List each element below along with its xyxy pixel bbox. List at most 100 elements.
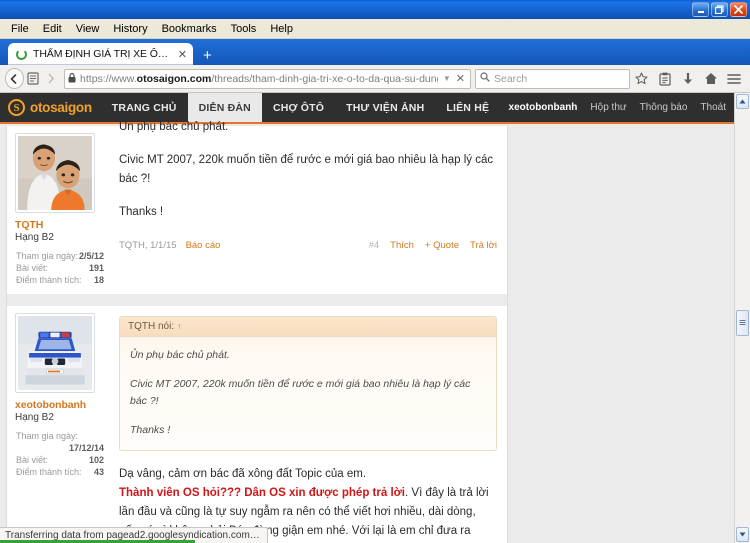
post-paragraph: Civic MT 2007, 220k muốn tiền để rước e …	[119, 154, 494, 185]
search-icon	[480, 72, 490, 85]
page-content: S otosaigon TRANG CHỦ DIỄN ĐÀN CHỢ ÔTÔ T…	[0, 93, 734, 543]
page-scrollbar[interactable]	[734, 93, 750, 543]
menu-tools[interactable]: Tools	[224, 21, 264, 37]
quote-author-label: TQTH nói:	[128, 321, 175, 332]
post-paragraph: Dạ vâng, cảm ơn bác đã xông đất Topic củ…	[119, 468, 367, 480]
menu-bookmarks[interactable]: Bookmarks	[155, 21, 224, 37]
stat-label: Điểm thành tích:	[16, 467, 82, 477]
tab-close-icon[interactable]: ✕	[178, 48, 187, 61]
stat-label: Bài viết:	[16, 455, 49, 465]
back-button[interactable]	[5, 68, 24, 89]
reader-mode-icon[interactable]	[24, 68, 43, 89]
nav-label: THƯ VIỆN ẢNH	[346, 101, 425, 114]
stat-row: Bài viết: 191	[15, 262, 105, 274]
new-tab-button[interactable]: +	[203, 48, 212, 63]
highlighted-text: Thành viên OS hỏi??? Dân OS xin được phé…	[119, 487, 406, 499]
minimize-button[interactable]	[692, 2, 709, 17]
url-separator-icon	[42, 68, 61, 89]
scrollbar-track[interactable]	[735, 110, 750, 526]
avatar[interactable]	[15, 313, 95, 393]
window-titlebar	[0, 0, 750, 19]
report-link[interactable]: Báo cáo	[186, 240, 221, 251]
menu-icon[interactable]	[722, 68, 745, 90]
post-author-rank: Hạng B2	[15, 232, 54, 243]
user-navigation: xeotobonbanh Hộp thư Thông báo Thoát	[509, 93, 734, 122]
url-path: /threads/tham-dinh-gia-tri-xe-o-to-da-qu…	[211, 72, 438, 85]
stat-value: 18	[93, 275, 104, 285]
scroll-up-button[interactable]	[736, 94, 749, 109]
post-paragraph: Thanks !	[119, 206, 164, 218]
star-icon[interactable]	[630, 68, 653, 90]
quote-link[interactable]: + Quote	[425, 240, 459, 251]
tab-strip: THẨM ĐỊNH GIÁ TRỊ XE Ô TÔ... ✕ +	[0, 39, 750, 65]
post-author-panel: xeotobonbanh Hạng B2 Tham gia ngày: 17/12…	[7, 306, 111, 543]
scroll-down-button[interactable]	[736, 527, 749, 542]
menu-history-label: History	[113, 22, 148, 35]
stat-value: 43	[93, 467, 104, 477]
home-icon[interactable]	[699, 68, 722, 90]
stat-label: Tham gia ngày:	[16, 431, 79, 441]
post-body: Ủn phụ bác chủ phát. Civic MT 2007, 220k…	[111, 121, 507, 294]
restore-button[interactable]	[711, 2, 728, 17]
post-item: xeotobonbanh Hạng B2 Tham gia ngày: 17/12…	[7, 306, 507, 543]
menu-bookmarks-label: Bookmarks	[161, 22, 217, 35]
quote-block: TQTH nói: ↑ Ủn phụ bác chủ phát. Civic MT…	[119, 316, 497, 451]
nav-label: CHỢ ÔTÔ	[272, 101, 325, 114]
post-number[interactable]: #4	[369, 240, 380, 251]
site-logo[interactable]: S otosaigon	[0, 93, 101, 122]
search-placeholder: Search	[494, 72, 528, 85]
post-body: TQTH nói: ↑ Ủn phụ bác chủ phát. Civic MT…	[111, 306, 507, 543]
like-link[interactable]: Thích	[390, 240, 414, 251]
stat-row: Tham gia ngày: 17/12/14	[15, 430, 105, 454]
menu-file[interactable]: File	[4, 21, 36, 37]
menu-view[interactable]: View	[69, 21, 107, 37]
menu-history[interactable]: History	[106, 21, 154, 37]
menu-edit-label: Edit	[42, 22, 62, 35]
notifications-link[interactable]: Thông báo	[640, 102, 688, 113]
stat-label: Tham gia ngày:	[16, 251, 79, 261]
stop-loading-icon[interactable]: ✕	[456, 72, 467, 85]
post-author-name[interactable]: TQTH	[15, 219, 105, 231]
stat-value: 2/5/12	[78, 251, 104, 261]
stat-row: Điểm thành tích: 18	[15, 274, 105, 286]
nav-label: TRANG CHỦ	[111, 101, 177, 114]
url-domain: otosaigon.com	[136, 72, 212, 85]
inbox-link[interactable]: Hộp thư	[590, 102, 626, 113]
menu-edit[interactable]: Edit	[36, 21, 69, 37]
browser-window: File Edit View History Bookmarks Tools H…	[0, 0, 750, 543]
clipboard-icon[interactable]	[653, 68, 676, 90]
url-bar[interactable]: https://www.otosaigon.com/threads/tham-d…	[64, 68, 471, 89]
post-paragraph: Ủn phụ bác chủ phát.	[119, 121, 229, 133]
reply-link[interactable]: Trả lời	[470, 240, 497, 251]
stat-row: Tham gia ngày: 2/5/12	[15, 250, 105, 262]
scrollbar-thumb[interactable]	[736, 309, 749, 336]
quote-paragraph: Civic MT 2007, 220k muốn tiền để rước e …	[130, 378, 471, 407]
quote-paragraph: Thanks !	[130, 424, 171, 436]
avatar[interactable]	[15, 133, 95, 213]
quote-paragraph: Ủn phụ bác chủ phát.	[130, 349, 230, 361]
search-input[interactable]: Search	[475, 68, 630, 89]
current-username[interactable]: xeotobonbanh	[509, 102, 578, 113]
tab-title: THẨM ĐỊNH GIÁ TRỊ XE Ô TÔ...	[33, 48, 171, 60]
menu-bar: File Edit View History Bookmarks Tools H…	[0, 19, 750, 39]
browser-tab[interactable]: THẨM ĐỊNH GIÁ TRỊ XE Ô TÔ... ✕	[8, 43, 193, 65]
lock-icon	[68, 72, 76, 85]
url-text: https://www.otosaigon.com/threads/tham-d…	[80, 73, 438, 85]
nav-label: LIÊN HỆ	[446, 101, 490, 114]
nav-label: DIỄN ĐÀN	[198, 101, 251, 114]
quote-jump-icon[interactable]: ↑	[177, 321, 182, 331]
menu-tools-label: Tools	[230, 22, 257, 35]
post-author-rank: Hạng B2	[15, 412, 54, 423]
post-author-name[interactable]: xeotobonbanh	[15, 399, 105, 411]
stat-label: Bài viết:	[16, 263, 49, 273]
menu-help[interactable]: Help	[263, 21, 300, 37]
site-logo-text: otosaigon	[30, 100, 92, 115]
post-footer: TQTH, 1/1/15 Báo cáo #4 Thích + Quote Tr…	[119, 230, 497, 260]
post-author-date: TQTH, 1/1/15	[119, 240, 177, 251]
menu-file-label: File	[11, 22, 29, 35]
url-dropdown-icon[interactable]: ▼	[438, 74, 456, 83]
download-icon[interactable]	[676, 68, 699, 90]
logout-link[interactable]: Thoát	[700, 102, 726, 113]
close-button[interactable]	[730, 2, 747, 17]
url-scheme: https://www.	[80, 72, 137, 85]
